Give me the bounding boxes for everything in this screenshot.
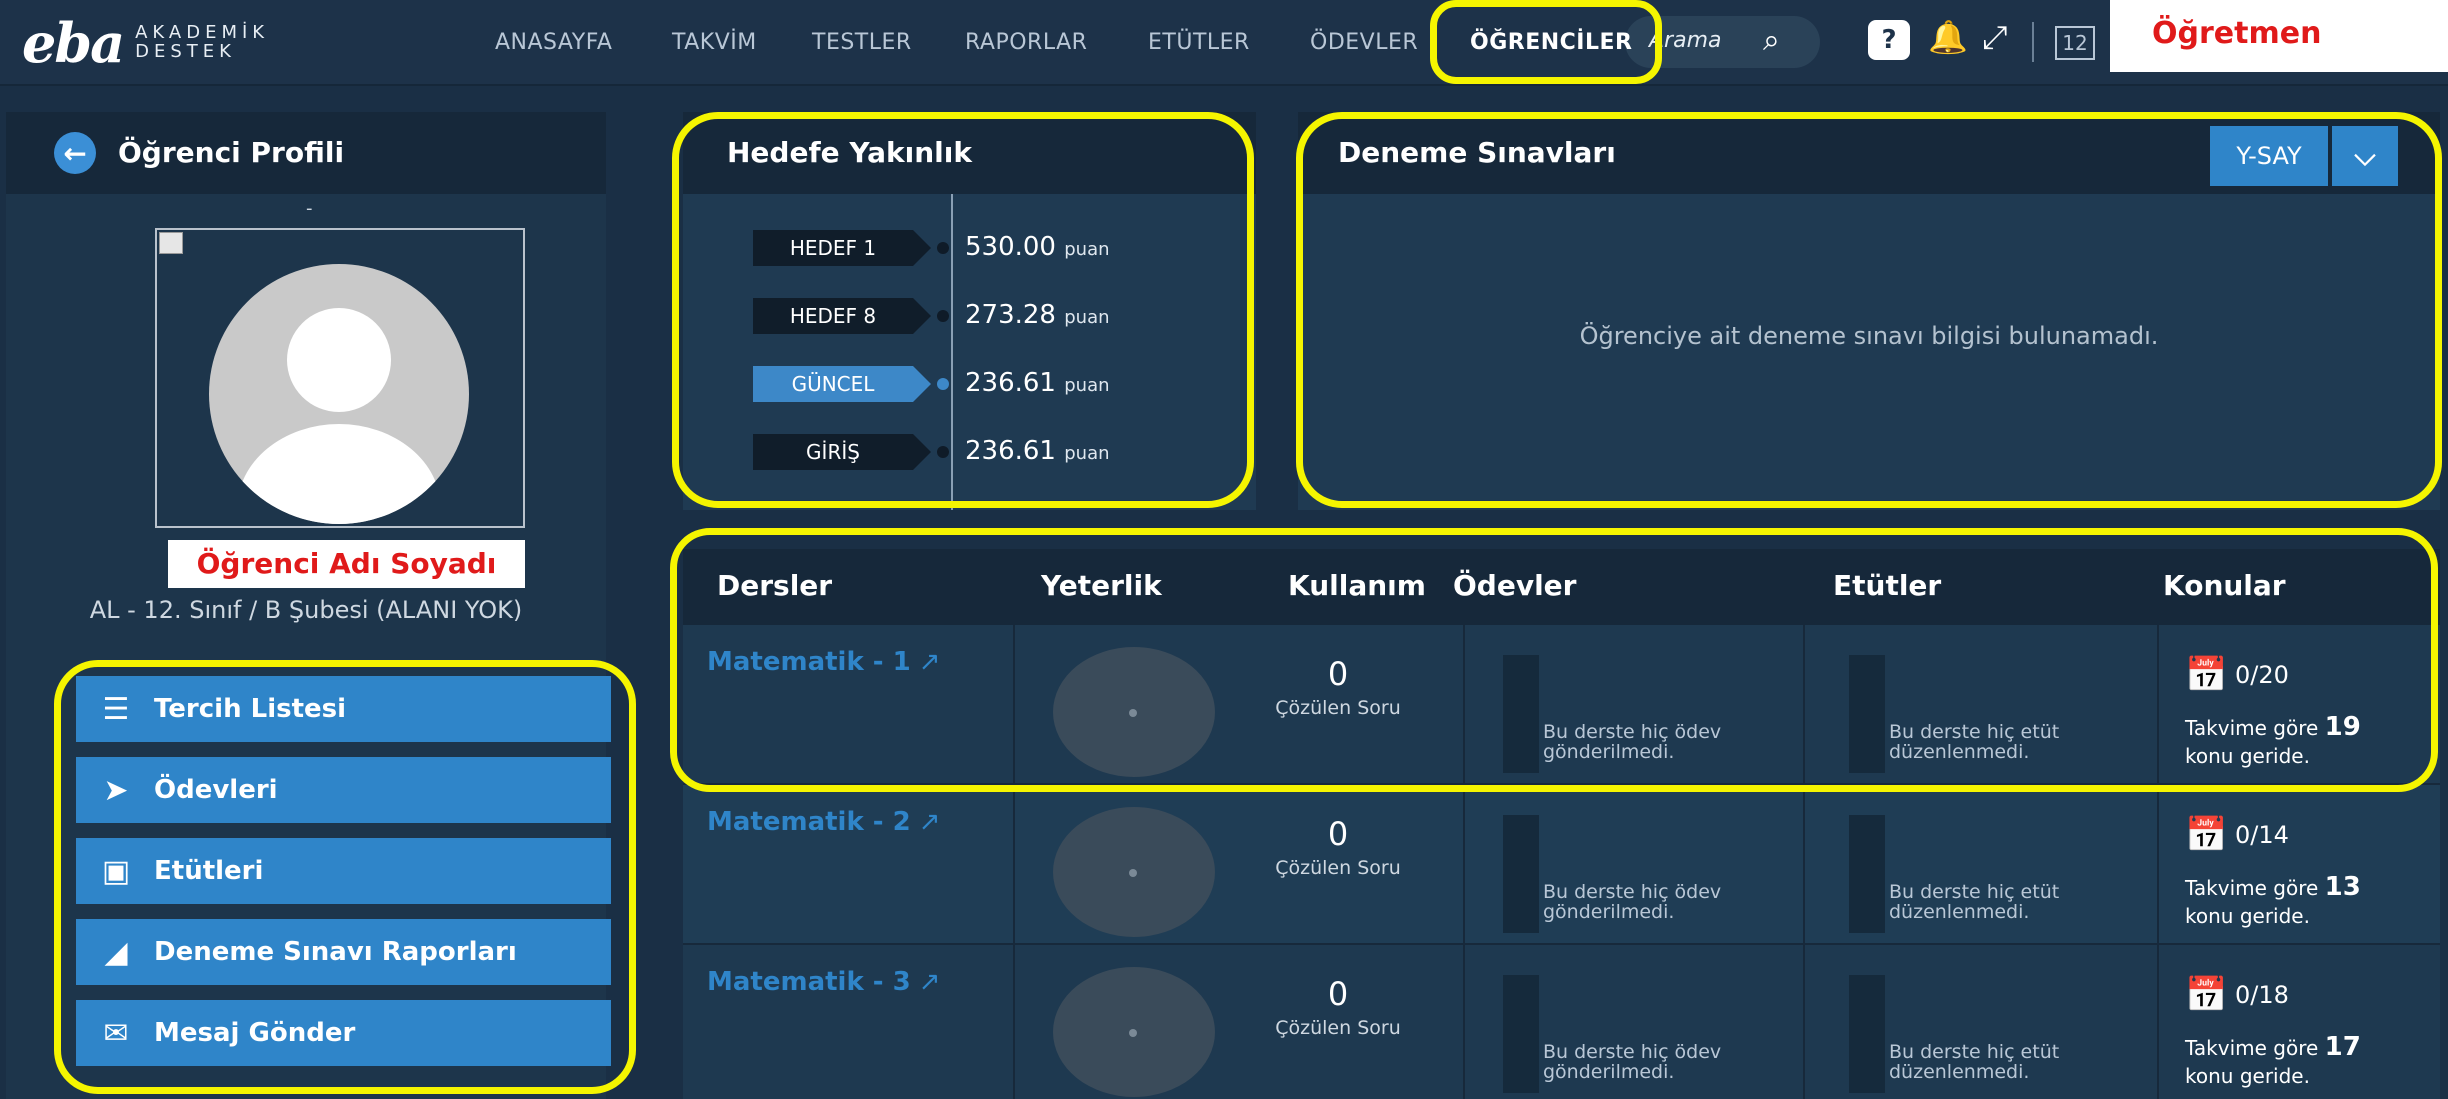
proficiency-gauge bbox=[1053, 967, 1215, 1097]
logo-line-2: DESTEK bbox=[135, 41, 236, 62]
role-label: Öğretmen bbox=[2152, 16, 2322, 51]
avatar-body bbox=[237, 424, 441, 524]
homework-bar bbox=[1503, 975, 1539, 1093]
profile-title: Öğrenci Profili bbox=[118, 136, 345, 169]
study-status: Bu derste hiç etüt düzenlenmedi. bbox=[1889, 1041, 2060, 1083]
nav-takvim[interactable]: TAKVİM bbox=[672, 30, 757, 55]
top-navbar: eba AKADEMİK DESTEK ANASAYFA TAKVİM TEST… bbox=[0, 0, 2448, 86]
course-name: Matematik - 3 bbox=[707, 967, 911, 997]
nav-etutler[interactable]: ETÜTLER bbox=[1148, 30, 1250, 55]
course-link[interactable]: Matematik - 2 ↗ bbox=[707, 807, 941, 837]
nav-testler[interactable]: TESTLER bbox=[812, 30, 912, 55]
behind-prefix: Takvime göre bbox=[2185, 1036, 2319, 1060]
cell-divider bbox=[2157, 945, 2159, 1099]
table-row: Matematik - 3 ↗ 0 Çözülen Soru Bu derste … bbox=[683, 945, 2440, 1099]
cell-divider bbox=[1803, 785, 1805, 945]
behind-count: 13 bbox=[2324, 872, 2361, 902]
highlight-courses-table bbox=[670, 528, 2438, 792]
calendar-icon: 📅 bbox=[2185, 975, 2228, 1015]
highlight-deneme-sinavlari bbox=[1296, 112, 2442, 508]
topic-count: 0/18 bbox=[2235, 981, 2289, 1009]
solved-label: Çözülen Soru bbox=[1275, 1017, 1401, 1039]
cell-divider bbox=[1013, 945, 1015, 1099]
cell-divider bbox=[1463, 785, 1465, 945]
gauge-center bbox=[1129, 1029, 1137, 1037]
behind-count: 17 bbox=[2324, 1032, 2361, 1062]
study-bar bbox=[1849, 975, 1885, 1093]
nav-anasayfa[interactable]: ANASAYFA bbox=[495, 30, 612, 55]
expand-icon[interactable]: ⤢ bbox=[1982, 18, 2008, 57]
homework-status: Bu derste hiç ödev gönderilmedi. bbox=[1543, 881, 1722, 923]
highlight-profile-menu bbox=[54, 660, 636, 1094]
bell-icon[interactable]: 🔔 bbox=[1928, 18, 1968, 56]
help-icon[interactable]: ? bbox=[1868, 20, 1910, 60]
solved-count: 0 bbox=[1327, 975, 1349, 1013]
homework-status: Bu derste hiç ödev gönderilmedi. bbox=[1543, 1041, 1722, 1083]
gauge-center bbox=[1129, 869, 1137, 877]
topic-count: 0/14 bbox=[2235, 821, 2289, 849]
broken-image-icon bbox=[159, 232, 183, 254]
avatar-head bbox=[287, 308, 391, 412]
highlight-hedefe-yakinlik bbox=[672, 112, 1254, 508]
nav-raporlar[interactable]: RAPORLAR bbox=[965, 30, 1087, 55]
logo-mark: eba bbox=[22, 11, 125, 75]
study-status: Bu derste hiç etüt düzenlenmedi. bbox=[1889, 881, 2060, 923]
cell-divider bbox=[1803, 945, 1805, 1099]
profile-panel-header: ← Öğrenci Profili bbox=[6, 112, 606, 194]
study-bar bbox=[1849, 815, 1885, 933]
topic-behind-note: Takvime göre 13 konu geride. bbox=[2185, 871, 2405, 929]
avatar-frame bbox=[155, 228, 525, 528]
nav-odevler[interactable]: ÖDEVLER bbox=[1310, 30, 1418, 55]
eba-logo[interactable]: eba AKADEMİK DESTEK bbox=[22, 8, 269, 78]
highlight-ogrenciler bbox=[1430, 0, 1662, 84]
solved-count: 0 bbox=[1327, 815, 1349, 853]
table-row: Matematik - 2 ↗ 0 Çözülen Soru Bu derste … bbox=[683, 785, 2440, 945]
profile-subtitle: - bbox=[306, 198, 313, 219]
calendar-icon: 📅 bbox=[2185, 815, 2228, 855]
student-name: Öğrenci Adı Soyadı bbox=[168, 540, 525, 588]
solved-label: Çözülen Soru bbox=[1275, 857, 1401, 879]
homework-bar bbox=[1503, 815, 1539, 933]
search-icon[interactable]: ⌕ bbox=[1763, 23, 1780, 58]
behind-suffix: konu geride. bbox=[2185, 903, 2310, 928]
behind-suffix: konu geride. bbox=[2185, 1063, 2310, 1088]
course-name: Matematik - 2 bbox=[707, 807, 911, 837]
role-label-box: Öğretmen bbox=[2110, 0, 2448, 72]
cell-divider bbox=[1463, 945, 1465, 1099]
external-link-icon: ↗ bbox=[918, 807, 941, 837]
behind-prefix: Takvime göre bbox=[2185, 876, 2319, 900]
cell-divider bbox=[1013, 785, 1015, 945]
student-class-info: AL - 12. Sınıf / B Şubesi (ALANI YOK) bbox=[89, 596, 523, 624]
back-arrow-icon[interactable]: ← bbox=[54, 132, 96, 174]
external-link-icon: ↗ bbox=[918, 967, 941, 997]
proficiency-gauge bbox=[1053, 807, 1215, 937]
avatar bbox=[209, 264, 469, 524]
course-link[interactable]: Matematik - 3 ↗ bbox=[707, 967, 941, 997]
notification-count[interactable]: 12 bbox=[2055, 26, 2095, 60]
cell-divider bbox=[2157, 785, 2159, 945]
toolbar-divider bbox=[2032, 22, 2034, 62]
logo-text: AKADEMİK DESTEK bbox=[135, 23, 269, 62]
topic-behind-note: Takvime göre 17 konu geride. bbox=[2185, 1031, 2405, 1089]
